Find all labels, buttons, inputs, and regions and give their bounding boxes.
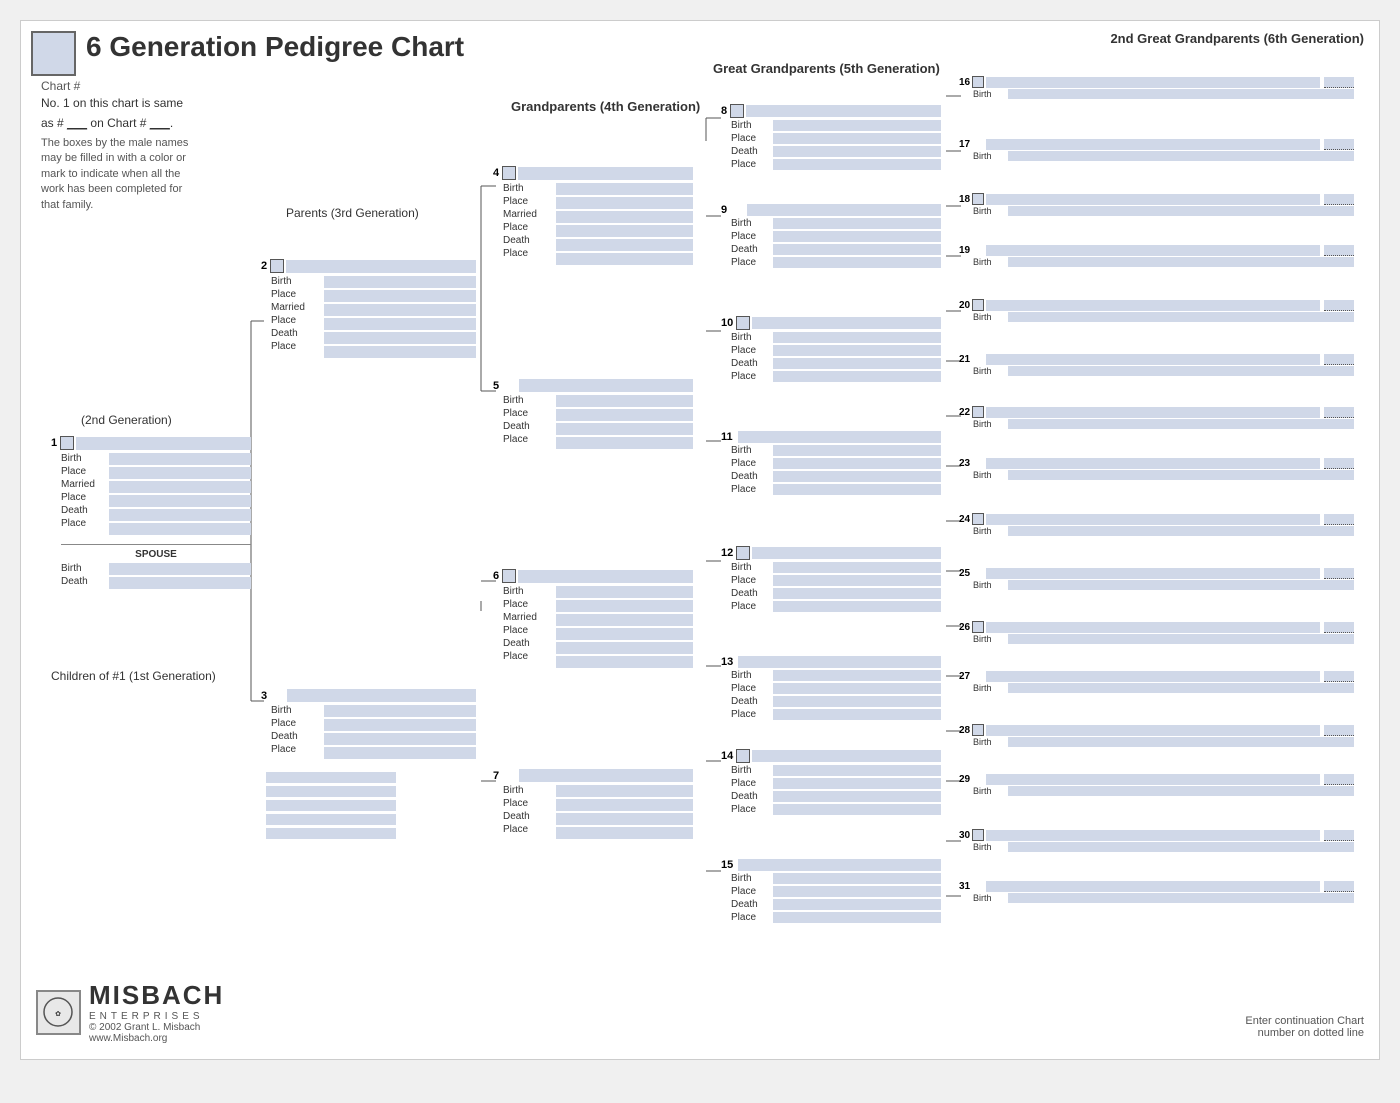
person-6: 6 Birth Place Married Place Death Place [493, 569, 693, 669]
person-1-name [76, 437, 251, 450]
logo-url: www.Misbach.org [89, 1033, 224, 1044]
person-20: 20 Birth [959, 299, 1354, 322]
person-8: 8 Birth Place Death Place [721, 104, 941, 171]
person-4: 4 Birth Place Married Place Death Place [493, 166, 693, 266]
chart-num-label: Chart # [41, 79, 80, 93]
person-2-name [286, 260, 476, 273]
logo-area: ✿ MISBACH ENTERPRISES © 2002 Grant L. Mi… [36, 980, 224, 1044]
gen5-label: Great Grandparents (5th Generation) [713, 61, 940, 76]
person-1-box [60, 436, 74, 450]
person-4-name [518, 167, 693, 180]
person-26: 26 Birth [959, 621, 1354, 644]
person-14: 14 Birth Place Death Place [721, 749, 941, 816]
person-12: 12 Birth Place Death Place [721, 546, 941, 613]
person-8-name [746, 105, 941, 117]
person-31: 31 Birth [959, 881, 1354, 903]
logo-copyright: © 2002 Grant L. Misbach [89, 1022, 224, 1033]
person-9: 9 Birth Place Death Place [721, 204, 941, 269]
person-6-name [518, 570, 693, 583]
person-11-name [738, 431, 941, 443]
person-25: 25 Birth [959, 568, 1354, 590]
person-2: 2 Birth Place Married Place Death Place [261, 259, 476, 359]
person-15: 15 Birth Place Death Place [721, 859, 941, 924]
person-13: 13 Birth Place Death Place [721, 656, 941, 721]
person-28: 28 Birth [959, 724, 1354, 747]
gen2-label: (2nd Generation) [81, 413, 172, 427]
info-text: The boxes by the male names may be fille… [41, 136, 201, 213]
person-29: 29 Birth [959, 774, 1354, 796]
person-15-name [738, 859, 941, 871]
gen1-label: Children of #1 (1st Generation) [51, 669, 216, 683]
person-3: 3 Birth Place Death Place [261, 689, 476, 842]
person-13-name [738, 656, 941, 668]
person-23: 23 Birth [959, 458, 1354, 480]
logo-enterprises-text: ENTERPRISES [89, 1011, 224, 1022]
person-18: 18 Birth [959, 193, 1354, 216]
person-19: 19 Birth [959, 245, 1354, 267]
logo-misbach-text: MISBACH [89, 980, 224, 1011]
gen6-label: 2nd Great Grandparents (6th Generation) [1110, 31, 1364, 46]
person-5-name [519, 379, 693, 392]
person-9-name [747, 204, 941, 216]
person-12-box [736, 546, 750, 560]
person-10: 10 Birth Place Death Place [721, 316, 941, 383]
person-30: 30 Birth [959, 829, 1354, 852]
person-12-name [752, 547, 941, 559]
person-2-box [270, 259, 284, 273]
person-17: 17 Birth [959, 139, 1354, 161]
person-10-box [736, 316, 750, 330]
svg-text:✿: ✿ [55, 1011, 61, 1018]
person-1: 1 Birth Place Married Place Death Place [51, 436, 251, 590]
person-21: 21 Birth [959, 354, 1354, 376]
person-14-box [736, 749, 750, 763]
person-7: 7 Birth Place Death Place [493, 769, 693, 840]
person-8-box [730, 104, 744, 118]
chart-header-box [31, 31, 76, 76]
person-16: 16 Birth [959, 76, 1354, 99]
person-14-name [752, 750, 941, 762]
person-5: 5 Birth Place Death Place [493, 379, 693, 450]
person-3-name [287, 689, 476, 702]
gen4-label: Grandparents (4th Generation) [511, 99, 700, 114]
no1-text: No. 1 on this chart is same as # ___ on … [41, 93, 183, 134]
chart-title: 6 Generation Pedigree Chart [86, 31, 464, 63]
chart-container: 6 Generation Pedigree Chart Chart # No. … [20, 20, 1380, 1060]
person-6-box [502, 569, 516, 583]
person-27: 27 Birth [959, 671, 1354, 693]
person-10-name [752, 317, 941, 329]
person-11: 11 Birth Place Death Place [721, 431, 941, 496]
continuation-text: Enter continuation Chart number on dotte… [1245, 1015, 1364, 1039]
person-1-number: 1 [51, 437, 57, 449]
person-24: 24 Birth [959, 513, 1354, 536]
person-22: 22 Birth [959, 406, 1354, 429]
misbach-logo-icon: ✿ [41, 995, 76, 1030]
person-4-box [502, 166, 516, 180]
gen3-label: Parents (3rd Generation) [286, 206, 419, 220]
person-7-name [519, 769, 693, 782]
spouse-label: SPOUSE [61, 549, 251, 560]
